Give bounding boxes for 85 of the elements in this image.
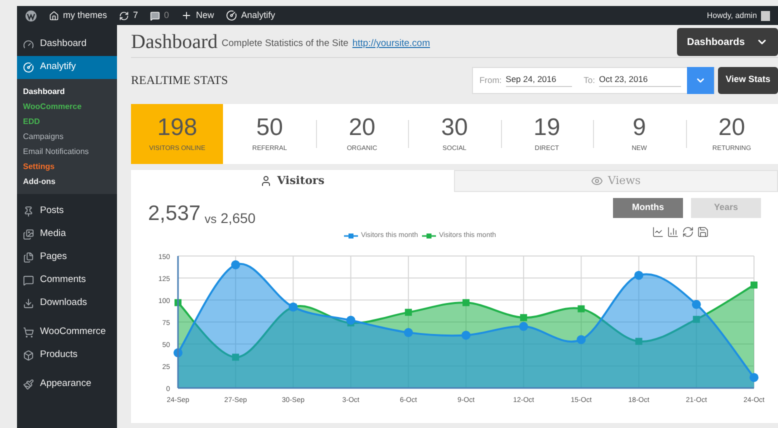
images-icon bbox=[23, 229, 34, 240]
paintbrush-icon bbox=[23, 379, 34, 390]
page-title: Dashboard bbox=[131, 30, 218, 55]
gauge-icon bbox=[23, 39, 34, 50]
stat-value: 198 bbox=[157, 114, 198, 141]
stat-value: 19 bbox=[534, 114, 560, 141]
sidebar-item[interactable]: WooCommerce bbox=[17, 321, 117, 344]
sidebar-item[interactable]: Dashboard bbox=[17, 33, 117, 56]
user-icon bbox=[260, 175, 272, 187]
sidebar-item[interactable]: Products bbox=[17, 344, 117, 367]
stat-value: 9 bbox=[632, 114, 646, 141]
point bbox=[462, 298, 470, 306]
updates-count[interactable]: 7 bbox=[133, 8, 138, 22]
stat-value: 20 bbox=[718, 114, 746, 141]
submenu-item[interactable]: WooCommerce bbox=[17, 99, 117, 114]
wordpress-logo-icon[interactable] bbox=[25, 10, 37, 22]
point bbox=[635, 337, 642, 344]
from-label: From: bbox=[479, 74, 502, 86]
point bbox=[750, 372, 758, 382]
point bbox=[232, 353, 240, 360]
visitors-total: 2,537 bbox=[148, 202, 201, 226]
comments-count[interactable]: 0 bbox=[164, 8, 170, 22]
submenu-item[interactable]: Campaigns bbox=[17, 129, 117, 144]
download-icon bbox=[23, 298, 34, 309]
period-toggle[interactable]: Months bbox=[613, 198, 683, 218]
point bbox=[404, 328, 413, 337]
comment-icon bbox=[23, 275, 34, 286]
home-icon[interactable] bbox=[49, 10, 59, 20]
submenu-item[interactable]: Add-ons bbox=[17, 174, 117, 189]
sidebar-item[interactable]: Downloads bbox=[17, 292, 117, 315]
previous-total: 2,650 bbox=[220, 209, 256, 228]
comments-icon[interactable] bbox=[150, 10, 160, 20]
submenu-item[interactable]: Email Notifications bbox=[17, 144, 117, 159]
submenu-item[interactable]: EDD bbox=[17, 114, 117, 129]
point bbox=[346, 315, 356, 324]
submenu-item[interactable]: Dashboard bbox=[17, 84, 117, 99]
point bbox=[576, 334, 586, 344]
from-date-input[interactable]: Sep 24, 2016 bbox=[506, 73, 572, 87]
sidebar-item[interactable]: Analytify bbox=[17, 56, 117, 79]
analytify-link[interactable]: Analytify bbox=[241, 8, 276, 22]
point bbox=[520, 314, 528, 321]
sidebar-item[interactable]: Posts bbox=[17, 200, 117, 223]
vs-label: vs bbox=[204, 211, 217, 228]
plus-icon[interactable] bbox=[181, 10, 192, 21]
section-title: REALTIME STATS bbox=[131, 72, 228, 89]
eye-icon bbox=[590, 175, 603, 187]
refresh-icon[interactable] bbox=[682, 226, 694, 238]
analytify-icon[interactable] bbox=[226, 10, 238, 21]
point bbox=[231, 260, 240, 269]
line-chart-icon[interactable] bbox=[652, 226, 664, 238]
site-link[interactable]: http://yoursite.com bbox=[352, 36, 430, 52]
site-link[interactable]: my themes bbox=[63, 8, 108, 22]
sidebar-item[interactable]: Comments bbox=[17, 269, 117, 292]
to-label: To: bbox=[584, 74, 595, 86]
bar-chart-icon[interactable] bbox=[667, 226, 679, 238]
stat-value: 50 bbox=[256, 114, 283, 141]
point bbox=[692, 315, 700, 322]
submenu-item[interactable]: Settings bbox=[17, 159, 117, 174]
save-icon[interactable] bbox=[697, 226, 709, 238]
new-link[interactable]: New bbox=[196, 8, 214, 22]
box-icon bbox=[23, 350, 34, 361]
greeting-link[interactable]: Howdy, admin bbox=[706, 10, 757, 22]
point bbox=[462, 330, 470, 340]
stat-value: 20 bbox=[348, 114, 376, 141]
to-date-input[interactable]: Oct 23, 2016 bbox=[599, 73, 681, 87]
pin-icon bbox=[23, 206, 34, 217]
sidebar-item[interactable]: Media bbox=[17, 223, 117, 246]
date-dropdown-button[interactable] bbox=[687, 66, 714, 94]
pages-icon bbox=[23, 252, 34, 263]
point bbox=[578, 304, 585, 312]
stat-value: 30 bbox=[441, 114, 468, 141]
view-stats-button[interactable]: View Stats bbox=[718, 66, 778, 94]
avatar-icon[interactable] bbox=[761, 10, 770, 20]
dashboards-dropdown[interactable]: Dashboards bbox=[677, 28, 778, 56]
point bbox=[519, 321, 528, 330]
cart-icon bbox=[23, 327, 34, 338]
sidebar-item[interactable]: Appearance bbox=[17, 373, 117, 396]
point bbox=[750, 281, 758, 288]
analytify-icon bbox=[23, 62, 34, 73]
point bbox=[634, 270, 644, 280]
page-subtitle: Complete Statistics of the Site bbox=[222, 36, 348, 51]
point bbox=[692, 299, 701, 308]
point bbox=[404, 308, 412, 316]
sidebar-item[interactable]: Pages bbox=[17, 246, 117, 269]
updates-icon[interactable] bbox=[119, 10, 130, 20]
